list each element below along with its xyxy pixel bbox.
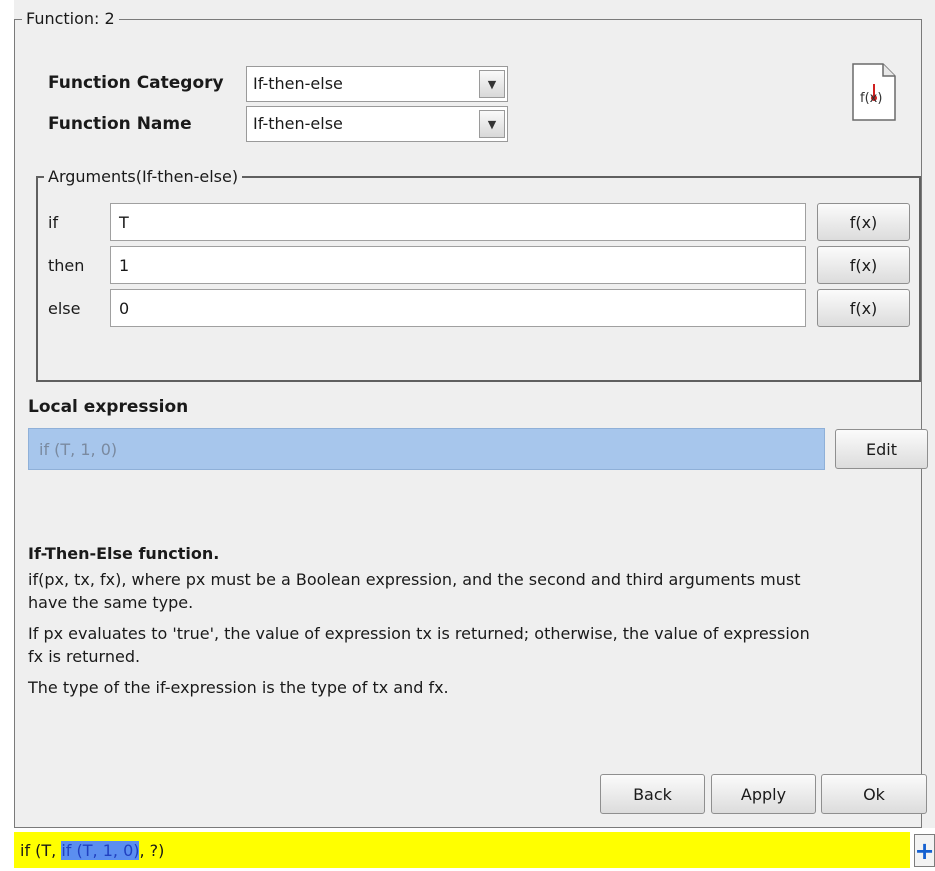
arg-label-else: else bbox=[48, 299, 81, 318]
function-category-value: If-then-else bbox=[253, 74, 343, 93]
description-line: If px evaluates to 'true', the value of … bbox=[28, 624, 810, 643]
local-expression-field: if (T, 1, 0) bbox=[28, 428, 825, 470]
ok-button[interactable]: Ok bbox=[821, 774, 927, 814]
function-group-legend: Function: 2 bbox=[22, 9, 119, 28]
function-name-value: If-then-else bbox=[253, 114, 343, 133]
function-category-select[interactable]: If-then-else ▼ bbox=[246, 66, 508, 102]
description-line: The type of the if-expression is the typ… bbox=[28, 678, 449, 697]
chevron-down-icon[interactable]: ▼ bbox=[479, 70, 505, 98]
arg-input-else[interactable]: 0 bbox=[110, 289, 806, 327]
function-category-label: Function Category bbox=[48, 73, 224, 93]
expression-suffix: , ?) bbox=[139, 841, 165, 860]
description-title: If-Then-Else function. bbox=[28, 544, 220, 563]
back-button[interactable]: Back bbox=[600, 774, 705, 814]
chevron-down-icon[interactable]: ▼ bbox=[479, 110, 505, 138]
group-border-bottom bbox=[14, 827, 922, 828]
arg-fx-button-else[interactable]: f(x) bbox=[817, 289, 910, 327]
arg-fx-button-then[interactable]: f(x) bbox=[817, 246, 910, 284]
expression-highlight: if (T, 1, 0) bbox=[61, 841, 140, 860]
local-expression-label: Local expression bbox=[28, 397, 189, 417]
arg-label-if: if bbox=[48, 213, 59, 232]
fx-icon-label: f(x) bbox=[860, 91, 883, 106]
arg-fx-button-if[interactable]: f(x) bbox=[817, 203, 910, 241]
expression-prefix: if (T, bbox=[20, 841, 62, 860]
function-name-select[interactable]: If-then-else ▼ bbox=[246, 106, 508, 142]
arg-input-if[interactable]: T bbox=[110, 203, 806, 241]
expression-status-bar[interactable]: if (T, if (T, 1, 0), ?) bbox=[14, 832, 910, 868]
arg-input-then[interactable]: 1 bbox=[110, 246, 806, 284]
expression-text: if (T, if (T, 1, 0), ?) bbox=[20, 841, 164, 860]
function-name-label: Function Name bbox=[48, 114, 192, 134]
description-line: if(px, tx, fx), where px must be a Boole… bbox=[28, 570, 801, 589]
add-icon[interactable]: + bbox=[914, 834, 935, 867]
arg-label-then: then bbox=[48, 256, 85, 275]
apply-button[interactable]: Apply bbox=[711, 774, 816, 814]
group-border-left bbox=[14, 19, 15, 827]
local-expression-value: if (T, 1, 0) bbox=[39, 440, 118, 459]
group-border-right bbox=[921, 19, 922, 827]
edit-button[interactable]: Edit bbox=[835, 429, 928, 469]
function-document-icon[interactable]: f(x) bbox=[850, 62, 898, 122]
group-border-top bbox=[14, 19, 922, 20]
arguments-legend: Arguments(If-then-else) bbox=[44, 167, 243, 186]
description-line: have the same type. bbox=[28, 593, 194, 612]
description-line: fx is returned. bbox=[28, 647, 141, 666]
